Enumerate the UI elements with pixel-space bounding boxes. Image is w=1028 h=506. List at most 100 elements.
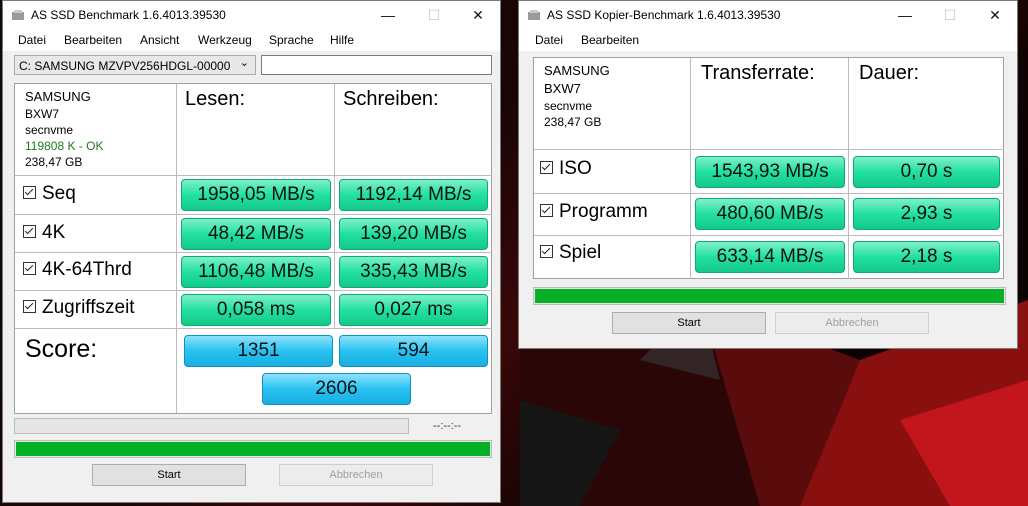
row-access-label-cell: Zugriffszeit (15, 291, 177, 329)
4k64-checkbox-label[interactable]: 4K-64Thrd (23, 259, 132, 281)
seq-checkbox-label[interactable]: Seq (23, 183, 76, 205)
info-model: BXW7 (25, 107, 60, 121)
programm-time-value: 2,93 s (853, 198, 1000, 230)
access-read-value: 0,058 ms (181, 294, 331, 326)
start-button[interactable]: Start (92, 464, 246, 486)
4k-checkbox-label[interactable]: 4K (23, 222, 65, 244)
overall-progress-bar (14, 440, 492, 458)
info-driver: secnvme (25, 123, 74, 137)
seq-label: Seq (42, 183, 76, 204)
copy-title: AS SSD Kopier-Benchmark 1.6.4013.39530 (547, 8, 781, 22)
chevron-down-icon: ⌄ (239, 57, 249, 69)
score-label-cell: Score: (15, 329, 177, 413)
minimize-button[interactable]: — (882, 1, 928, 29)
menu-sprache[interactable]: Sprache (269, 33, 314, 47)
access-checkbox-label[interactable]: Zugriffszeit (23, 297, 135, 319)
copy-results-panel: SAMSUNG BXW7 secnvme 238,47 GB Transferr… (533, 57, 1004, 279)
iso-time-value: 0,70 s (853, 156, 1000, 188)
write-header-cell: Schreiben: (335, 84, 492, 176)
iso-label: ISO (559, 158, 592, 179)
info-size: 238,47 GB (25, 155, 83, 169)
test-progress-bar (14, 418, 409, 434)
row-4k-label-cell: 4K (15, 215, 177, 253)
check-icon[interactable] (540, 161, 553, 174)
start-button[interactable]: Start (612, 312, 766, 334)
drive-select[interactable]: C: SAMSUNG MZVPV256HDGL-00000 ⌄ (14, 55, 256, 75)
check-icon[interactable] (540, 204, 553, 217)
menu-bearbeiten[interactable]: Bearbeiten (581, 33, 639, 47)
time-header-cell: Dauer: (849, 58, 1004, 150)
cancel-button[interactable]: Abbrechen (775, 312, 929, 334)
benchmark-titlebar: AS SSD Benchmark 1.6.4013.39530 — ☐ ✕ (3, 1, 500, 29)
maximize-button[interactable]: ☐ (927, 1, 973, 29)
row-spiel-label-cell: Spiel (534, 236, 691, 279)
spiel-label: Spiel (559, 242, 602, 263)
close-button[interactable]: ✕ (972, 1, 1018, 29)
4k64-label: 4K-64Thrd (42, 259, 132, 280)
4k-label: 4K (42, 222, 66, 243)
benchmark-window: AS SSD Benchmark 1.6.4013.39530 — ☐ ✕ Da… (2, 0, 501, 503)
row-programm-label-cell: Programm (534, 194, 691, 236)
menu-hilfe[interactable]: Hilfe (330, 33, 354, 47)
menu-bearbeiten[interactable]: Bearbeiten (64, 33, 122, 47)
info-model: BXW7 (544, 81, 581, 96)
maximize-button[interactable]: ☐ (411, 1, 457, 29)
programm-label: Programm (559, 201, 648, 222)
4k64-write-value: 335,43 MB/s (339, 256, 488, 288)
row-4k64-label-cell: 4K-64Thrd (15, 253, 177, 291)
score-write-value: 594 (339, 335, 488, 367)
spiel-time-value: 2,18 s (853, 241, 1000, 273)
score-total-value: 2606 (262, 373, 411, 405)
check-icon[interactable] (540, 245, 553, 258)
spiel-rate-value: 633,14 MB/s (695, 241, 845, 273)
read-header: Lesen: (185, 88, 246, 110)
benchmark-title: AS SSD Benchmark 1.6.4013.39530 (31, 8, 226, 22)
read-header-cell: Lesen: (177, 84, 335, 176)
results-panel: SAMSUNG BXW7 secnvme 119808 K - OK 238,4… (14, 83, 492, 414)
info-size: 238,47 GB (544, 115, 602, 129)
4k64-read-value: 1106,48 MB/s (181, 256, 331, 288)
iso-rate-value: 1543,93 MB/s (695, 156, 845, 188)
copy-titlebar: AS SSD Kopier-Benchmark 1.6.4013.39530 —… (519, 1, 1017, 29)
menu-ansicht[interactable]: Ansicht (140, 33, 179, 47)
check-icon[interactable] (23, 225, 36, 238)
close-button[interactable]: ✕ (455, 1, 501, 29)
write-header: Schreiben: (343, 88, 439, 110)
programm-rate-value: 480,60 MB/s (695, 198, 845, 230)
check-icon[interactable] (23, 262, 36, 275)
cancel-button[interactable]: Abbrechen (279, 464, 433, 486)
seq-read-value: 1958,05 MB/s (181, 179, 331, 211)
benchmark-menubar: Datei Bearbeiten Ansicht Werkzeug Sprach… (3, 29, 500, 51)
menu-datei[interactable]: Datei (535, 33, 563, 47)
minimize-button[interactable]: — (365, 1, 411, 29)
access-label: Zugriffszeit (42, 297, 135, 318)
programm-checkbox-label[interactable]: Programm (540, 201, 648, 223)
iso-checkbox-label[interactable]: ISO (540, 158, 592, 180)
copy-progress-bar (533, 287, 1006, 305)
info-brand: SAMSUNG (25, 89, 91, 104)
time-header: Dauer: (859, 62, 920, 84)
seq-write-value: 1192,14 MB/s (339, 179, 488, 211)
copy-menubar: Datei Bearbeiten (519, 29, 1017, 51)
score-label: Score: (25, 335, 98, 363)
info-status: 119808 K - OK (25, 139, 104, 153)
rate-header-cell: Transferrate: (691, 58, 849, 150)
copy-progress-fill (535, 289, 1004, 303)
time-remaining: --:--:-- (433, 420, 462, 432)
drive-text-field[interactable] (261, 55, 492, 75)
drive-info-cell: SAMSUNG BXW7 secnvme 119808 K - OK 238,4… (15, 84, 177, 176)
copy-info-cell: SAMSUNG BXW7 secnvme 238,47 GB (534, 58, 691, 150)
overall-progress-fill (16, 442, 490, 456)
info-brand: SAMSUNG (544, 63, 610, 78)
app-icon (12, 10, 24, 20)
4k-write-value: 139,20 MB/s (339, 218, 488, 250)
check-icon[interactable] (23, 300, 36, 313)
menu-datei[interactable]: Datei (18, 33, 46, 47)
check-icon[interactable] (23, 186, 36, 199)
menu-werkzeug[interactable]: Werkzeug (198, 33, 252, 47)
drive-select-value: C: SAMSUNG MZVPV256HDGL-00000 (19, 59, 231, 73)
app-icon (528, 10, 540, 20)
row-seq-label-cell: Seq (15, 176, 177, 215)
4k-read-value: 48,42 MB/s (181, 218, 331, 250)
spiel-checkbox-label[interactable]: Spiel (540, 242, 601, 264)
